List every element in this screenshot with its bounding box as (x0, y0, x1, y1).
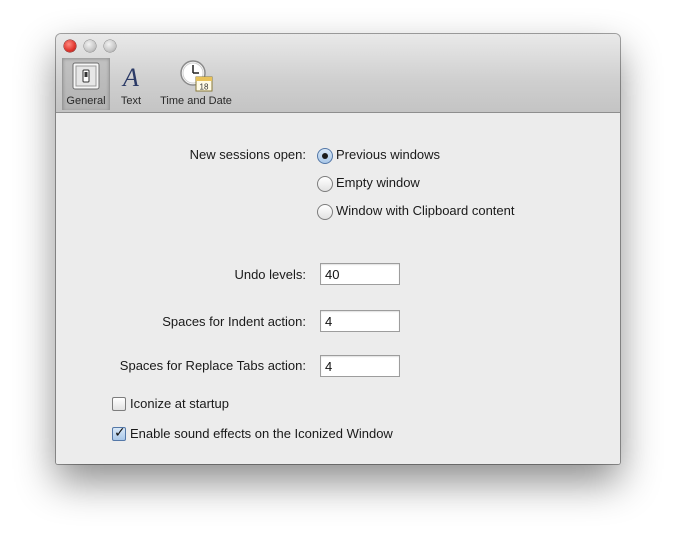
close-button[interactable] (64, 40, 76, 52)
undo-levels-input[interactable] (320, 263, 400, 285)
tab-general-label: General (66, 95, 106, 107)
zoom-button[interactable] (104, 40, 116, 52)
radio-clipboard-window-label[interactable]: Window with Clipboard content (336, 203, 514, 218)
window-controls (64, 40, 116, 52)
tab-general[interactable]: General (62, 58, 110, 110)
radio-empty-window-label[interactable]: Empty window (336, 175, 420, 190)
text-icon: A (121, 63, 139, 90)
tab-text[interactable]: A Text (114, 58, 148, 110)
sessions-label: New sessions open: (189, 147, 306, 162)
preferences-window: General A Text 18 Time and Date New sess… (56, 34, 620, 464)
iconize-at-startup-label[interactable]: Iconize at startup (130, 396, 229, 411)
radio-empty-window[interactable] (317, 176, 333, 192)
general-pane: New sessions open: Previous windows Empt… (56, 114, 620, 464)
sound-effects-checkbox[interactable] (112, 425, 126, 441)
radio-clipboard-window[interactable] (317, 204, 333, 220)
tab-time-and-date[interactable]: 18 Time and Date (154, 58, 238, 110)
iconize-at-startup-checkbox[interactable] (112, 397, 126, 411)
replace-tabs-spaces-input[interactable] (320, 355, 400, 377)
svg-text:18: 18 (200, 83, 209, 92)
tab-text-label: Text (120, 95, 142, 107)
minimize-button[interactable] (84, 40, 96, 52)
undo-levels-label: Undo levels: (234, 267, 306, 282)
indent-spaces-label: Spaces for Indent action: (162, 314, 306, 329)
indent-spaces-input[interactable] (320, 310, 400, 332)
replace-tabs-spaces-label: Spaces for Replace Tabs action: (119, 358, 306, 373)
radio-previous-windows[interactable] (317, 148, 333, 164)
radio-previous-windows-label[interactable]: Previous windows (336, 147, 440, 162)
sound-effects-label[interactable]: Enable sound effects on the Iconized Win… (130, 426, 393, 441)
tab-time-and-date-label: Time and Date (160, 95, 232, 107)
toolbar: General A Text 18 Time and Date (56, 34, 620, 113)
svg-text:A: A (121, 63, 139, 90)
clock-calendar-icon: 18 (180, 60, 213, 92)
switch-icon (72, 62, 100, 90)
